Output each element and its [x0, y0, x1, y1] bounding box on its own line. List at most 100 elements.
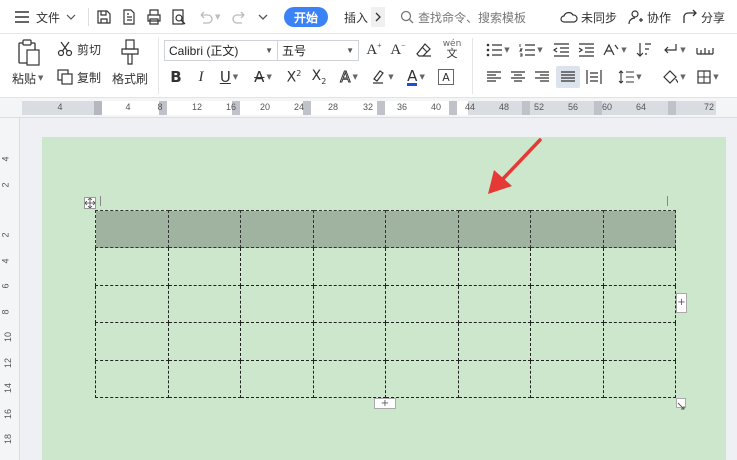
font-size-select[interactable]: 五号 ▼: [277, 40, 359, 61]
table-cell[interactable]: [312, 247, 386, 286]
tab-stops-button[interactable]: [694, 40, 716, 60]
table-cell[interactable]: [385, 209, 459, 249]
char-border-button[interactable]: A: [438, 69, 454, 85]
line-spacing-button[interactable]: ▼: [616, 67, 644, 87]
subscript-button[interactable]: X2: [310, 67, 328, 87]
print-preview-button[interactable]: [171, 6, 187, 28]
redo-button[interactable]: [232, 6, 248, 28]
tab-insert[interactable]: 插入: [344, 6, 368, 28]
ruler-column-marker[interactable]: [668, 101, 676, 115]
table-cell[interactable]: [530, 359, 604, 399]
shrink-font-button[interactable]: A−: [389, 40, 407, 60]
table-cell[interactable]: [167, 359, 241, 399]
table-cell[interactable]: [457, 359, 531, 399]
table-header-row[interactable]: [95, 209, 676, 249]
table-cell[interactable]: [602, 359, 676, 399]
shading-button[interactable]: ▼: [660, 67, 688, 87]
table-cell[interactable]: [312, 209, 386, 249]
table-cell[interactable]: [530, 322, 604, 361]
export-pdf-button[interactable]: [121, 6, 137, 28]
superscript-button[interactable]: X2: [285, 67, 303, 87]
justify-button[interactable]: [556, 66, 580, 88]
table-cell[interactable]: [457, 247, 531, 286]
vertical-ruler[interactable]: 4 2 2 4 6 8 10 12 14 16 18: [0, 118, 20, 460]
table-cell[interactable]: [602, 209, 676, 249]
table-cell[interactable]: [167, 284, 241, 324]
ruler-column-marker[interactable]: [594, 101, 602, 115]
table-resize-handle[interactable]: [676, 398, 686, 410]
strikethrough-button[interactable]: A ▼: [250, 67, 276, 87]
table-cell[interactable]: [602, 322, 676, 361]
grow-font-button[interactable]: A+: [365, 40, 383, 60]
quick-access-menu[interactable]: [258, 6, 268, 28]
tab-scroll-right[interactable]: [371, 7, 385, 27]
align-left-button[interactable]: [484, 67, 504, 87]
table-row[interactable]: [95, 247, 676, 286]
undo-button[interactable]: ▼: [197, 6, 220, 28]
table-row[interactable]: [95, 359, 676, 399]
table-cell[interactable]: [385, 247, 459, 286]
table-cell[interactable]: [95, 209, 169, 249]
table-cell[interactable]: [602, 247, 676, 286]
ruler-column-marker[interactable]: [303, 101, 311, 115]
sync-status[interactable]: 未同步: [560, 6, 617, 28]
table-cell[interactable]: [530, 247, 604, 286]
table-cell[interactable]: [240, 284, 314, 324]
table-cell[interactable]: [167, 209, 241, 249]
table-cell[interactable]: [385, 284, 459, 324]
font-color-button[interactable]: A ▼: [402, 67, 430, 87]
table-cell[interactable]: [240, 247, 314, 286]
align-right-button[interactable]: [532, 67, 552, 87]
text-direction-button[interactable]: ▼: [601, 40, 629, 60]
decrease-indent-button[interactable]: [551, 40, 571, 60]
add-column-button[interactable]: +: [676, 293, 687, 313]
table-row[interactable]: [95, 322, 676, 361]
borders-button[interactable]: ▼: [694, 67, 722, 87]
highlight-button[interactable]: ▼: [368, 67, 396, 87]
ruler-column-marker[interactable]: [377, 101, 385, 115]
copy-button[interactable]: 复制: [57, 68, 101, 86]
font-name-select[interactable]: Calibri (正文) ▼: [164, 40, 278, 61]
table-cell[interactable]: [530, 209, 604, 249]
clear-format-button[interactable]: [414, 40, 434, 60]
underline-button[interactable]: U ▼: [216, 67, 242, 87]
table-cell[interactable]: [167, 322, 241, 361]
table-cell[interactable]: [95, 284, 169, 324]
table-cell[interactable]: [95, 247, 169, 286]
table-cell[interactable]: [312, 359, 386, 399]
table-row[interactable]: [95, 284, 676, 324]
paste-dropdown[interactable]: 粘贴 ▼: [12, 70, 43, 86]
table-cell[interactable]: [240, 359, 314, 399]
save-button[interactable]: [96, 6, 112, 28]
table-cell[interactable]: [95, 322, 169, 361]
align-center-button[interactable]: [508, 67, 528, 87]
table-cell[interactable]: [312, 284, 386, 324]
file-menu[interactable]: 文件: [14, 6, 76, 28]
table-cell[interactable]: [385, 322, 459, 361]
table-move-handle[interactable]: [84, 197, 96, 209]
table-cell[interactable]: [240, 209, 314, 249]
table-cell[interactable]: [167, 247, 241, 286]
distribute-button[interactable]: [584, 67, 604, 87]
format-painter-button[interactable]: [118, 38, 142, 68]
sort-button[interactable]: [634, 40, 654, 60]
ruler-column-marker[interactable]: [449, 101, 457, 115]
table-cell[interactable]: [530, 284, 604, 324]
table-cell[interactable]: [385, 359, 459, 399]
table-cell[interactable]: [457, 284, 531, 324]
indent-marker[interactable]: [94, 101, 102, 115]
add-row-button[interactable]: +: [374, 398, 396, 409]
table-cell[interactable]: [240, 322, 314, 361]
collab-button[interactable]: 协作: [628, 6, 671, 28]
bullets-button[interactable]: ▼: [484, 40, 512, 60]
phonetic-guide-button[interactable]: wén 文: [438, 38, 466, 60]
increase-indent-button[interactable]: [576, 40, 596, 60]
search-input[interactable]: 查找命令、搜索模板: [400, 6, 526, 28]
line-break-button[interactable]: ▼: [660, 40, 688, 60]
table-cell[interactable]: [457, 209, 531, 249]
print-button[interactable]: [146, 6, 162, 28]
italic-button[interactable]: I: [193, 67, 209, 87]
share-button[interactable]: 分享: [682, 6, 725, 28]
table-cell[interactable]: [95, 359, 169, 399]
table-cell[interactable]: [602, 284, 676, 324]
